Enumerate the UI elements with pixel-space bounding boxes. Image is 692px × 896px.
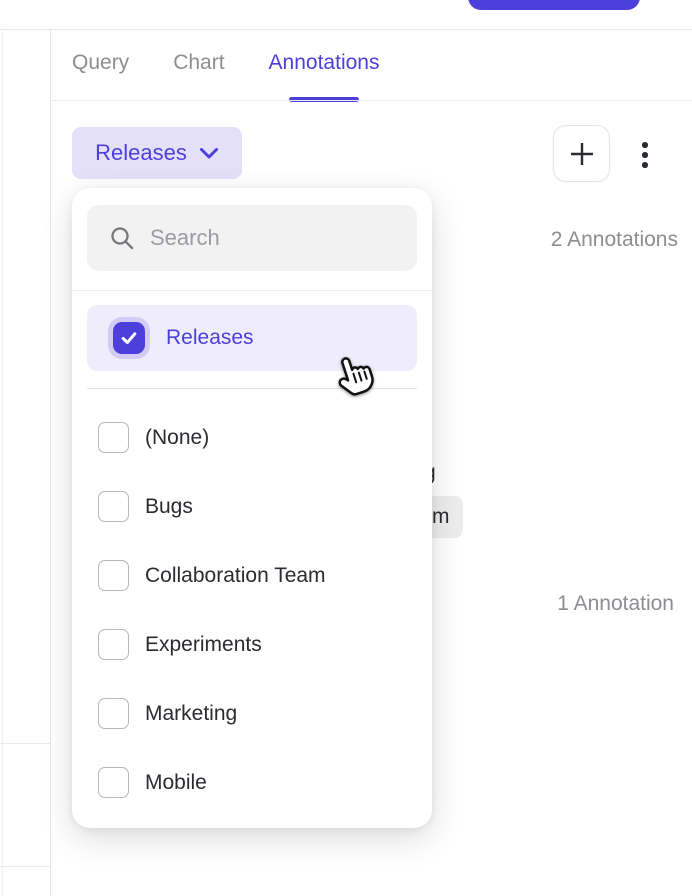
header-divider (0, 29, 692, 30)
checkbox-unchecked-icon[interactable] (98, 560, 129, 591)
annotation-count-top: 2 Annotations (551, 228, 678, 252)
tab-query[interactable]: Query (72, 51, 129, 75)
add-annotation-button[interactable] (553, 125, 610, 182)
option-row-releases-selected[interactable]: Releases (87, 305, 417, 371)
search-input[interactable] (150, 225, 438, 251)
chevron-down-icon (199, 147, 219, 160)
tab-annotations[interactable]: Annotations (269, 51, 380, 75)
releases-filter-dropdown-button[interactable]: Releases (72, 127, 242, 179)
kebab-icon (642, 142, 648, 148)
dropdown-option-list: (None) Bugs Collaboration Team Experimen… (87, 403, 417, 817)
checkbox-checked-icon[interactable] (113, 322, 145, 354)
option-label: Collaboration Team (145, 564, 326, 588)
kebab-icon (642, 162, 648, 168)
kebab-icon (642, 152, 648, 158)
option-label: Experiments (145, 633, 262, 657)
tab-bar: Query Chart Annotations (72, 48, 379, 78)
option-row-bugs[interactable]: Bugs (87, 472, 417, 541)
checkbox-unchecked-icon[interactable] (98, 491, 129, 522)
checkbox-unchecked-icon[interactable] (98, 767, 129, 798)
tabbar-bottom-border (50, 100, 692, 101)
option-row-experiments[interactable]: Experiments (87, 610, 417, 679)
checkbox-unchecked-icon[interactable] (98, 698, 129, 729)
option-label: (None) (145, 426, 209, 450)
search-icon (109, 225, 136, 252)
releases-filter-dropdown-panel: Releases (None) Bugs Collaboration Team … (72, 188, 432, 828)
plus-icon (568, 140, 596, 168)
page-left-edge-line (2, 30, 3, 896)
dropdown-divider (72, 290, 432, 291)
sidebar-border (50, 30, 51, 896)
checkbox-unchecked-icon[interactable] (98, 629, 129, 660)
option-label: Marketing (145, 702, 237, 726)
dropdown-divider (87, 388, 417, 389)
primary-action-button-partial[interactable] (468, 0, 640, 10)
gutter-row-divider (0, 743, 50, 744)
tab-annotations-label: Annotations (269, 51, 380, 74)
search-box[interactable] (87, 205, 417, 271)
option-label: Mobile (145, 771, 207, 795)
filter-button-label: Releases (95, 140, 187, 166)
option-row-marketing[interactable]: Marketing (87, 679, 417, 748)
option-label-releases: Releases (166, 326, 254, 350)
more-options-button[interactable] (637, 135, 653, 175)
annotation-count-bottom: 1 Annotation (557, 592, 674, 616)
option-row-none[interactable]: (None) (87, 403, 417, 472)
tab-chart[interactable]: Chart (173, 51, 224, 75)
option-label: Bugs (145, 495, 193, 519)
option-row-collaboration-team[interactable]: Collaboration Team (87, 541, 417, 610)
gutter-row-divider (0, 866, 50, 867)
checkbox-unchecked-icon[interactable] (98, 422, 129, 453)
option-row-mobile[interactable]: Mobile (87, 748, 417, 817)
